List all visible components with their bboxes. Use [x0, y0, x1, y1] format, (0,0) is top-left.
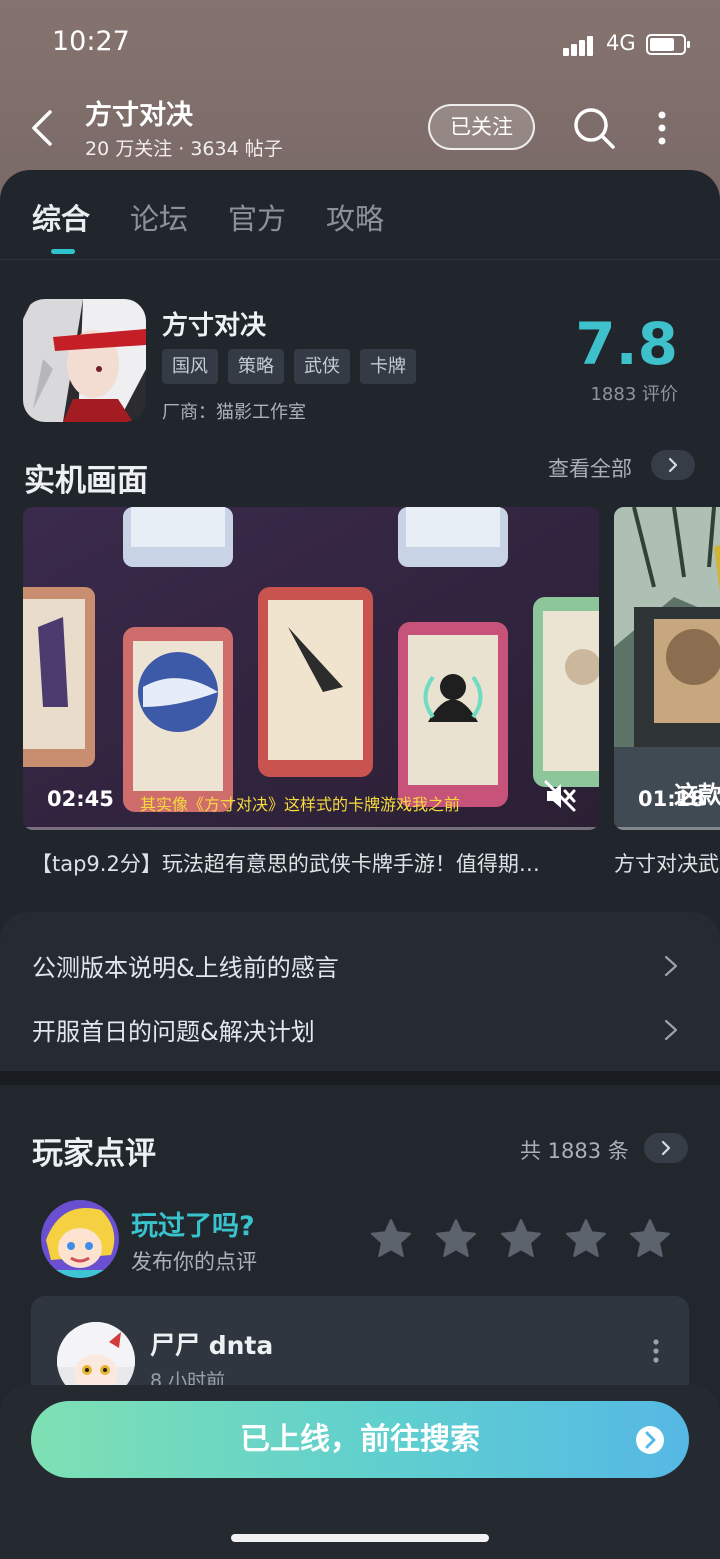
tag-guofeng[interactable]: 国风: [162, 349, 218, 384]
rating-star-5-icon[interactable]: [628, 1217, 672, 1261]
video-card-1[interactable]: 02:45 其实像《方寸对决》这样式的卡牌游戏我之前: [23, 507, 599, 830]
my-avatar: [41, 1200, 119, 1278]
video-duration-1: 02:45: [47, 787, 114, 811]
network-label: 4G: [606, 31, 636, 55]
game-icon[interactable]: [23, 299, 146, 422]
chevron-right-icon[interactable]: [663, 1018, 679, 1042]
tag-card[interactable]: 卡牌: [360, 349, 416, 384]
tab-guides[interactable]: 攻略: [326, 196, 384, 238]
page-title: 方寸对决: [85, 100, 193, 131]
game-name: 方寸对决: [162, 311, 267, 341]
chevron-right-icon[interactable]: [663, 954, 679, 978]
tab-forum[interactable]: 论坛: [130, 196, 188, 238]
played-prompt-title: 玩过了吗?: [131, 1211, 255, 1242]
status-time: 10:27: [52, 26, 130, 57]
tab-overview[interactable]: 综合: [32, 196, 90, 238]
more-options-icon[interactable]: [650, 108, 674, 148]
rating-star-2-icon[interactable]: [434, 1217, 478, 1261]
main-panel: 综合 论坛 官方 攻略 方寸对决 国风 策略 武侠 卡牌 厂商：猫影工作室 7.…: [0, 170, 720, 1559]
announcement-card: 公测版本说明&上线前的感言 开服首日的问题&解决计划: [0, 912, 720, 1074]
rating-star-3-icon[interactable]: [499, 1217, 543, 1261]
search-icon[interactable]: [572, 106, 616, 150]
see-all-button[interactable]: [651, 450, 695, 480]
rating-count: 1883 评价: [590, 384, 678, 405]
review-more-icon[interactable]: [651, 1338, 661, 1364]
game-score[interactable]: 7.8: [560, 310, 678, 378]
arrow-circle-right-icon: [636, 1426, 664, 1454]
mute-icon[interactable]: [543, 779, 577, 813]
chevron-right-icon: [661, 1140, 671, 1156]
active-tab-indicator: [51, 249, 75, 254]
go-search-button[interactable]: 已上线，前往搜索: [31, 1401, 689, 1478]
reviewer-name[interactable]: 尸尸 dnta: [150, 1326, 273, 1362]
go-search-label: 已上线，前往搜索: [240, 1422, 480, 1457]
screenshots-title: 实机画面: [24, 463, 148, 499]
publish-review-link[interactable]: 发布你的点评: [131, 1246, 257, 1276]
video-progress-bar-2[interactable]: [614, 827, 720, 830]
rating-star-4-icon[interactable]: [564, 1217, 608, 1261]
video-caption-2[interactable]: 方寸对决武: [614, 848, 719, 878]
tag-wuxia[interactable]: 武侠: [294, 349, 350, 384]
page-subtitle: 20 万关注 · 3634 帖子: [85, 138, 283, 160]
tab-bar: 综合 论坛 官方 攻略: [0, 170, 720, 260]
see-all-link[interactable]: 查看全部: [548, 453, 632, 483]
back-arrow-icon[interactable]: [28, 108, 60, 148]
tag-strategy[interactable]: 策略: [228, 349, 284, 384]
video-progress-bar[interactable]: [23, 827, 599, 830]
reviews-title: 玩家点评: [32, 1136, 156, 1172]
tab-official[interactable]: 官方: [228, 196, 286, 238]
video-subtitle-1: 其实像《方寸对决》这样式的卡牌游戏我之前: [140, 795, 461, 814]
video-caption-1[interactable]: 【tap9.2分】玩法超有意思的武侠卡牌手游！值得期…: [31, 848, 540, 878]
video-thumbnail-1: [23, 507, 599, 830]
video-subtitle-2: 这款: [674, 781, 720, 809]
reviews-count-link[interactable]: 共 1883 条: [520, 1135, 629, 1165]
status-bar: 10:27 4G: [0, 0, 720, 90]
battery-icon: [646, 34, 690, 55]
announcement-item-1[interactable]: 公测版本说明&上线前的感言: [32, 948, 339, 983]
signal-icon: [563, 34, 599, 56]
chevron-right-icon: [668, 457, 678, 473]
section-divider: [0, 1071, 720, 1085]
reviews-more-button[interactable]: [644, 1133, 688, 1163]
follow-button[interactable]: 已关注: [428, 104, 535, 150]
home-indicator[interactable]: [231, 1534, 489, 1542]
rating-star-1-icon[interactable]: [369, 1217, 413, 1261]
video-card-2[interactable]: 01:18 这款: [614, 507, 720, 830]
announcement-item-2[interactable]: 开服首日的问题&解决计划: [32, 1012, 315, 1047]
game-vendor[interactable]: 厂商：猫影工作室: [162, 398, 306, 424]
